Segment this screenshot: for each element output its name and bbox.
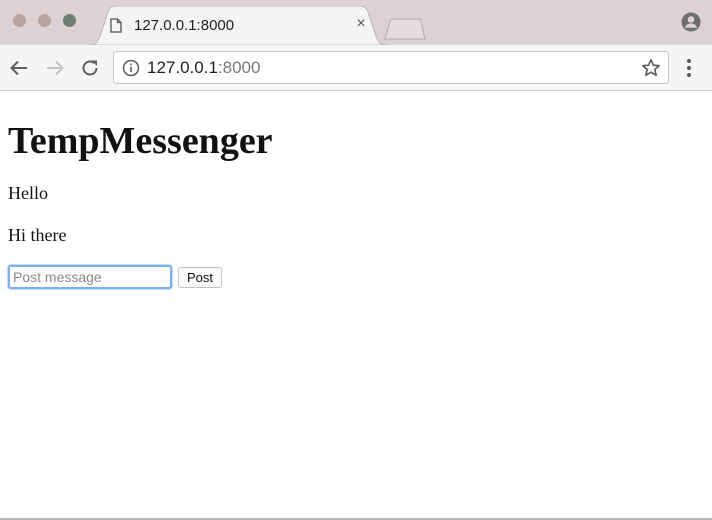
url-host: 127.0.0.1 (147, 58, 218, 77)
tab-shape (88, 6, 388, 45)
page-title: TempMessenger (8, 120, 273, 162)
post-message-input[interactable] (8, 265, 172, 289)
back-arrow-icon[interactable] (8, 57, 30, 79)
window-minimize-button[interactable] (38, 14, 51, 27)
reload-icon[interactable] (79, 57, 101, 79)
window-maximize-button[interactable] (63, 14, 76, 27)
url-text[interactable]: 127.0.0.1:8000 (147, 58, 260, 78)
message-item: Hi there (8, 225, 67, 245)
window-close-button[interactable] (13, 14, 26, 27)
tab-strip: 127.0.0.1:8000 × (0, 0, 712, 45)
profile-icon[interactable] (681, 12, 701, 32)
tab-title: 127.0.0.1:8000 (134, 17, 235, 34)
message-item: Hello (8, 183, 48, 203)
page-content: TempMessenger Hello Hi there Post (8, 92, 704, 290)
address-bar[interactable]: 127.0.0.1:8000 (113, 51, 669, 84)
url-port: :8000 (217, 58, 261, 77)
forward-arrow-icon[interactable] (44, 57, 66, 79)
browser-toolbar: 127.0.0.1:8000 (0, 45, 712, 91)
active-tab[interactable]: 127.0.0.1:8000 × (88, 6, 388, 45)
star-icon[interactable] (641, 58, 661, 78)
tab-close-icon[interactable]: × (354, 16, 368, 32)
new-tab-button[interactable] (384, 18, 426, 40)
info-icon[interactable] (122, 59, 140, 77)
post-button[interactable]: Post (178, 266, 223, 288)
page-icon (110, 18, 122, 33)
post-form: Post (8, 264, 704, 290)
kebab-menu-icon[interactable] (686, 58, 692, 78)
